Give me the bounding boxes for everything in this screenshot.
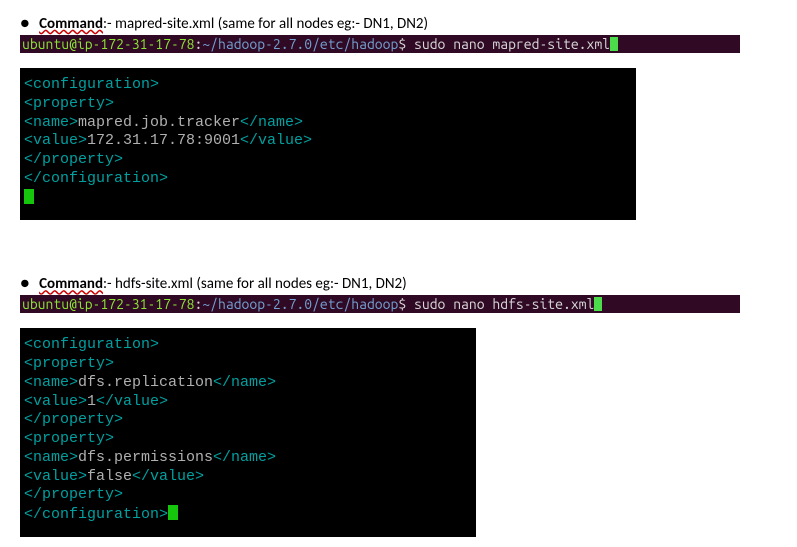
xml-tag: </value>: [240, 132, 312, 149]
xml-tag: </name>: [213, 449, 276, 466]
cursor-icon: [168, 505, 178, 520]
xml-tag: <value>: [24, 393, 87, 410]
xml-tag: <value>: [24, 132, 87, 149]
xml-tag: <configuration>: [24, 336, 159, 353]
cursor-icon: [24, 189, 34, 204]
xml-text: false: [87, 468, 132, 485]
terminal-prompt-2: ubuntu@ip-172-31-17-78:~/hadoop-2.7.0/et…: [20, 295, 740, 313]
prompt-command: sudo nano mapred-site.xml: [414, 36, 610, 52]
xml-tag: </property>: [24, 411, 123, 428]
xml-text: 172.31.17.78:9001: [87, 132, 240, 149]
xml-tag: </configuration>: [24, 506, 168, 523]
xml-tag: </name>: [213, 374, 276, 391]
prompt-path: ~/hadoop-2.7.0/etc/hadoop: [202, 296, 398, 312]
xml-tag: <configuration>: [24, 76, 159, 93]
bullet-icon: ●: [20, 274, 30, 293]
xml-tag: <property>: [24, 95, 114, 112]
terminal-output-1: <configuration> <property> <name>mapred.…: [20, 68, 636, 220]
xml-text: mapred.job.tracker: [78, 114, 240, 131]
xml-tag: <property>: [24, 355, 114, 372]
cursor-icon: [594, 297, 602, 311]
xml-text: dfs.permissions: [78, 449, 213, 466]
bullet-icon: ●: [20, 14, 30, 33]
prompt-command: sudo nano hdfs-site.xml: [414, 296, 594, 312]
command-heading-1: ● Command:- mapred-site.xml (same for al…: [20, 14, 777, 33]
xml-text: dfs.replication: [78, 374, 213, 391]
xml-tag: <value>: [24, 468, 87, 485]
xml-tag: </value>: [96, 393, 168, 410]
command-heading-2: ● Command:- hdfs-site.xml (same for all …: [20, 274, 777, 293]
prompt-path: ~/hadoop-2.7.0/etc/hadoop: [202, 36, 398, 52]
prompt-user: ubuntu@ip-172-31-17-78: [22, 36, 194, 52]
xml-tag: </property>: [24, 151, 123, 168]
command-label: Command: [39, 275, 103, 293]
terminal-prompt-1: ubuntu@ip-172-31-17-78:~/hadoop-2.7.0/et…: [20, 35, 740, 53]
xml-tag: </property>: [24, 486, 123, 503]
cursor-icon: [610, 37, 618, 51]
command-label: Command: [39, 15, 103, 33]
xml-tag: </name>: [240, 114, 303, 131]
xml-tag: <property>: [24, 430, 114, 447]
xml-tag: <name>: [24, 449, 78, 466]
xml-tag: <name>: [24, 374, 78, 391]
xml-text: 1: [87, 393, 96, 410]
prompt-user: ubuntu@ip-172-31-17-78: [22, 296, 194, 312]
xml-tag: </configuration>: [24, 170, 168, 187]
command-desc: :- mapred-site.xml (same for all nodes e…: [103, 15, 428, 33]
xml-tag: <name>: [24, 114, 78, 131]
xml-tag: </value>: [132, 468, 204, 485]
terminal-output-2: <configuration> <property> <name>dfs.rep…: [20, 328, 476, 537]
command-desc: :- hdfs-site.xml (same for all nodes eg:…: [103, 275, 407, 293]
